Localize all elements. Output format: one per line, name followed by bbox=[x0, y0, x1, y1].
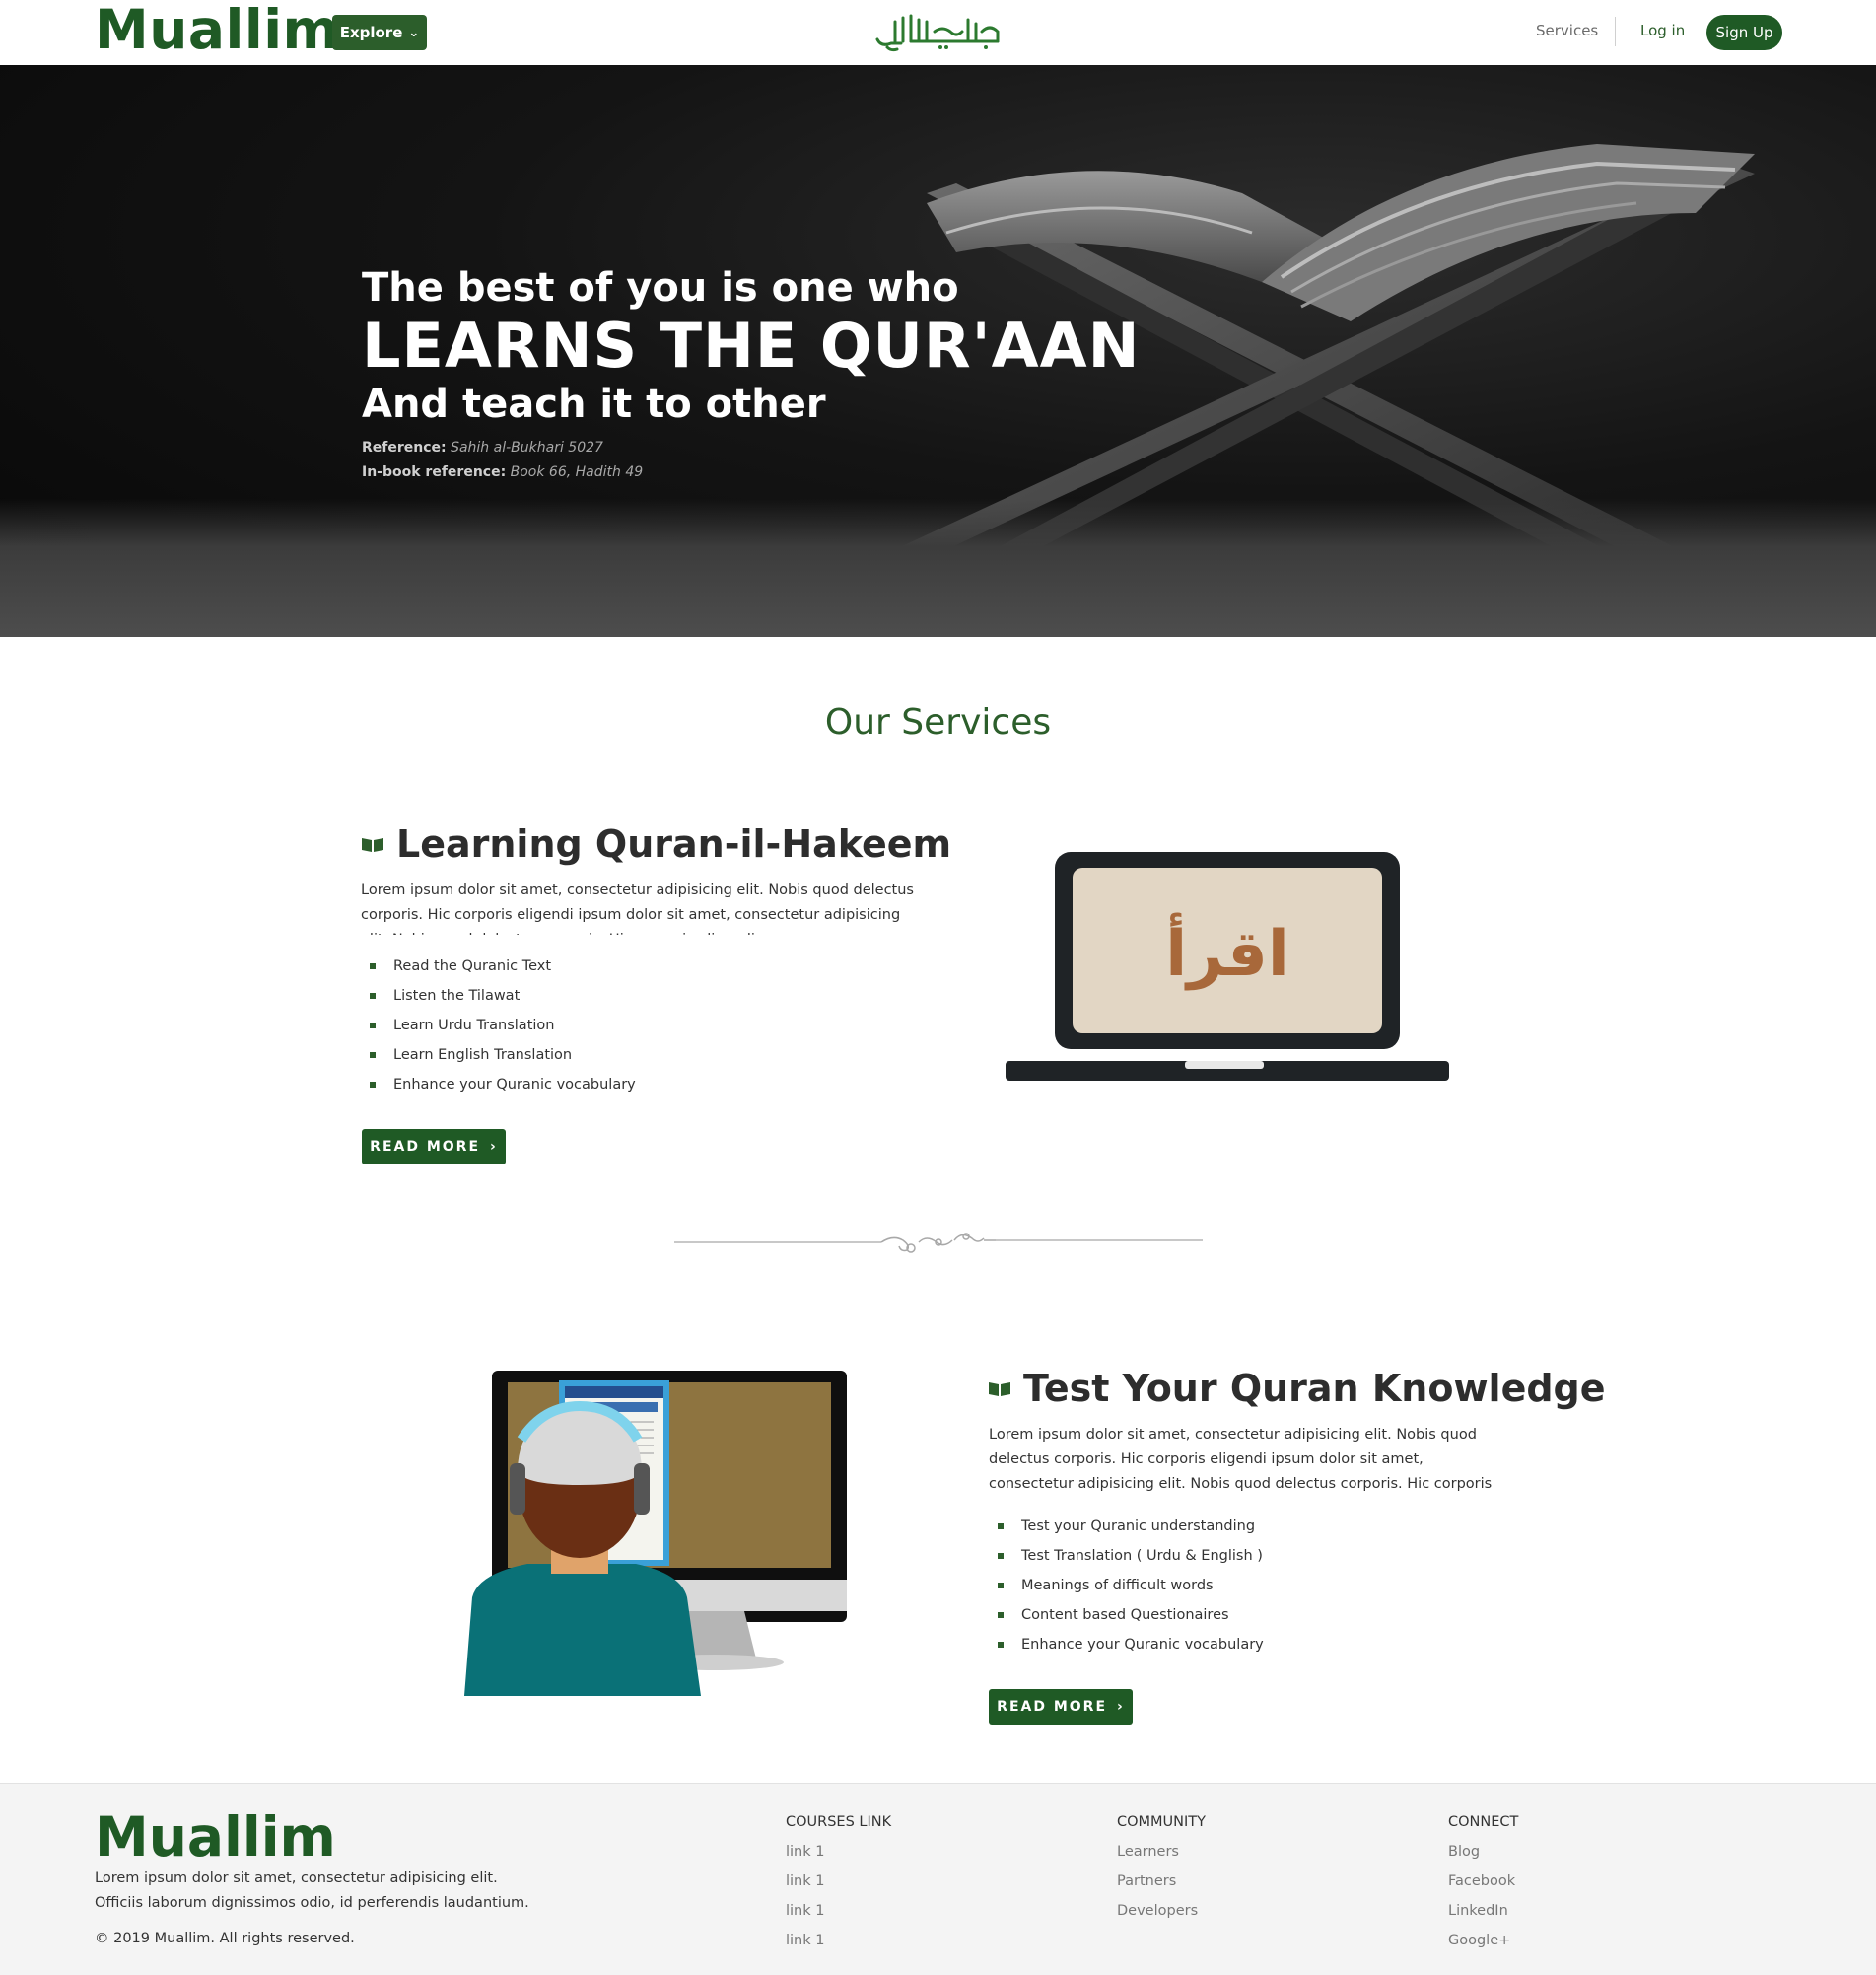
book-icon bbox=[362, 838, 383, 852]
service-2-feature-list: Test your Quranic understanding Test Tra… bbox=[989, 1512, 1264, 1659]
hero-banner: The best of you is one who LEARNS THE QU… bbox=[0, 65, 1876, 637]
explore-dropdown-button[interactable]: Explore ⌄ bbox=[332, 15, 427, 50]
list-item: Test your Quranic understanding bbox=[989, 1512, 1264, 1541]
services-section-title: Our Services bbox=[824, 702, 1052, 742]
inbook-reference-label: In-book reference: bbox=[362, 464, 507, 480]
footer-link[interactable]: Facebook bbox=[1448, 1867, 1518, 1896]
chevron-right-icon: › bbox=[490, 1139, 498, 1155]
list-item: Content based Questionaires bbox=[989, 1600, 1264, 1630]
list-item-text: Read the Quranic Text bbox=[393, 958, 552, 974]
list-item: Enhance your Quranic vocabulary bbox=[989, 1630, 1264, 1659]
read-more-label: READ MORE bbox=[997, 1699, 1108, 1715]
chevron-down-icon: ⌄ bbox=[408, 25, 420, 40]
footer-link[interactable]: Blog bbox=[1448, 1837, 1518, 1867]
bullet-icon bbox=[998, 1612, 1004, 1618]
footer-link[interactable]: Partners bbox=[1117, 1867, 1206, 1896]
footer-column-title: COURSES LINK bbox=[786, 1814, 892, 1830]
bullet-icon bbox=[370, 1023, 376, 1028]
list-item-text: Test your Quranic understanding bbox=[1021, 1518, 1256, 1534]
bullet-icon bbox=[998, 1523, 1004, 1529]
footer-description-line: Officiis laborum dignissimos odio, id pe… bbox=[95, 1895, 529, 1911]
service-2-title: Test Your Quran Knowledge bbox=[1023, 1367, 1606, 1410]
signup-button[interactable]: Sign Up bbox=[1706, 15, 1782, 50]
iqra-text: اقرأ bbox=[1165, 912, 1289, 991]
reference-value: Sahih al-Bukhari 5027 bbox=[451, 440, 603, 456]
explore-label: Explore bbox=[339, 24, 403, 41]
hadith-reference: Reference: Sahih al-Bukhari 5027 bbox=[362, 436, 1140, 460]
hero-quote: The best of you is one who LEARNS THE QU… bbox=[362, 264, 1140, 485]
footer-description: Lorem ipsum dolor sit amet, consectetur … bbox=[95, 1867, 529, 1916]
service-1-title: Learning Quran-il-Hakeem bbox=[396, 822, 952, 866]
brand-logo[interactable]: Muallim bbox=[95, 0, 339, 61]
service-2-description: Lorem ipsum dolor sit amet, consectetur … bbox=[989, 1427, 1493, 1492]
footer-link[interactable]: link 1 bbox=[786, 1837, 891, 1867]
ornamental-divider bbox=[674, 1233, 1203, 1253]
nav-services-link[interactable]: Services bbox=[1536, 22, 1598, 39]
list-item-text: Enhance your Quranic vocabulary bbox=[393, 1077, 636, 1093]
bullet-icon bbox=[370, 1082, 376, 1088]
list-item-text: Enhance your Quranic vocabulary bbox=[1021, 1637, 1264, 1653]
inbook-reference: In-book reference: Book 66, Hadith 49 bbox=[362, 460, 1140, 485]
top-navbar: Muallim Explore ⌄ Services Log in Sign U… bbox=[0, 0, 1876, 66]
login-link[interactable]: Log in bbox=[1640, 22, 1685, 39]
service-1-heading: Learning Quran-il-Hakeem bbox=[361, 822, 951, 866]
footer-link[interactable]: LinkedIn bbox=[1448, 1896, 1518, 1926]
service-2-heading: Test Your Quran Knowledge bbox=[988, 1367, 1606, 1410]
service-1-description: Lorem ipsum dolor sit amet, consectetur … bbox=[361, 882, 914, 935]
footer-link[interactable]: link 1 bbox=[786, 1896, 891, 1926]
footer-column-title: COMMUNITY bbox=[1117, 1814, 1207, 1830]
footer-link[interactable]: Learners bbox=[1117, 1837, 1206, 1867]
footer-brand-logo[interactable]: Muallim bbox=[95, 1805, 336, 1869]
footer-column-courses: COURSES LINK link 1 link 1 link 1 link 1 bbox=[786, 1807, 891, 1955]
list-item-text: Learn English Translation bbox=[393, 1047, 573, 1063]
hero-floor-shadow bbox=[0, 499, 1876, 637]
list-item-text: Meanings of difficult words bbox=[1021, 1578, 1214, 1593]
footer-link[interactable]: link 1 bbox=[786, 1867, 891, 1896]
student-computer-illustration bbox=[464, 1371, 847, 1696]
list-item: Enhance your Quranic vocabulary bbox=[361, 1070, 636, 1099]
list-item: Read the Quranic Text bbox=[361, 952, 636, 981]
list-item: Learn Urdu Translation bbox=[361, 1011, 636, 1040]
hero-line-2: LEARNS THE QUR'AAN bbox=[362, 310, 1141, 382]
footer-link[interactable]: Google+ bbox=[1448, 1926, 1518, 1955]
chevron-right-icon: › bbox=[1117, 1699, 1125, 1715]
list-item-text: Test Translation ( Urdu & English ) bbox=[1021, 1548, 1263, 1564]
service-1-read-more-button[interactable]: READ MORE › bbox=[362, 1129, 506, 1164]
footer-column-connect: CONNECT Blog Facebook LinkedIn Google+ bbox=[1448, 1807, 1518, 1955]
list-item: Test Translation ( Urdu & English ) bbox=[989, 1541, 1264, 1571]
footer-link[interactable]: Developers bbox=[1117, 1896, 1206, 1926]
hero-references: Reference: Sahih al-Bukhari 5027 In-book… bbox=[362, 436, 1140, 485]
inbook-reference-value: Book 66, Hadith 49 bbox=[510, 464, 644, 480]
bullet-icon bbox=[998, 1553, 1004, 1559]
list-item-text: Content based Questionaires bbox=[1021, 1607, 1229, 1623]
service-2-read-more-button[interactable]: READ MORE › bbox=[989, 1689, 1133, 1725]
footer-description-line: Lorem ipsum dolor sit amet, consectetur … bbox=[95, 1870, 498, 1886]
list-item: Learn English Translation bbox=[361, 1040, 636, 1070]
bullet-icon bbox=[370, 963, 376, 969]
nav-divider bbox=[1615, 17, 1616, 46]
bullet-icon bbox=[998, 1642, 1004, 1648]
footer-column-title: CONNECT bbox=[1448, 1814, 1519, 1830]
list-item: Listen the Tilawat bbox=[361, 981, 636, 1011]
footer-column-community: COMMUNITY Learners Partners Developers bbox=[1117, 1807, 1206, 1926]
bullet-icon bbox=[370, 1052, 376, 1058]
laptop-iqra-illustration: اقرأ bbox=[1006, 852, 1449, 1081]
service-1-feature-list: Read the Quranic Text Listen the Tilawat… bbox=[361, 952, 636, 1099]
site-footer: Muallim Lorem ipsum dolor sit amet, cons… bbox=[0, 1783, 1876, 1975]
hero-line-3: And teach it to other bbox=[362, 382, 826, 427]
hero-line-1: The best of you is one who bbox=[362, 265, 959, 311]
book-icon bbox=[989, 1382, 1010, 1396]
read-more-label: READ MORE bbox=[370, 1139, 481, 1155]
bullet-icon bbox=[370, 993, 376, 999]
copyright-text: © 2019 Muallim. All rights reserved. bbox=[95, 1931, 355, 1946]
list-item-text: Learn Urdu Translation bbox=[393, 1018, 555, 1033]
list-item: Meanings of difficult words bbox=[989, 1571, 1264, 1600]
reference-label: Reference: bbox=[362, 440, 447, 456]
footer-link[interactable]: link 1 bbox=[786, 1926, 891, 1955]
bismillah-calligraphy-logo bbox=[875, 14, 1000, 52]
bullet-icon bbox=[998, 1583, 1004, 1588]
list-item-text: Listen the Tilawat bbox=[393, 988, 521, 1004]
